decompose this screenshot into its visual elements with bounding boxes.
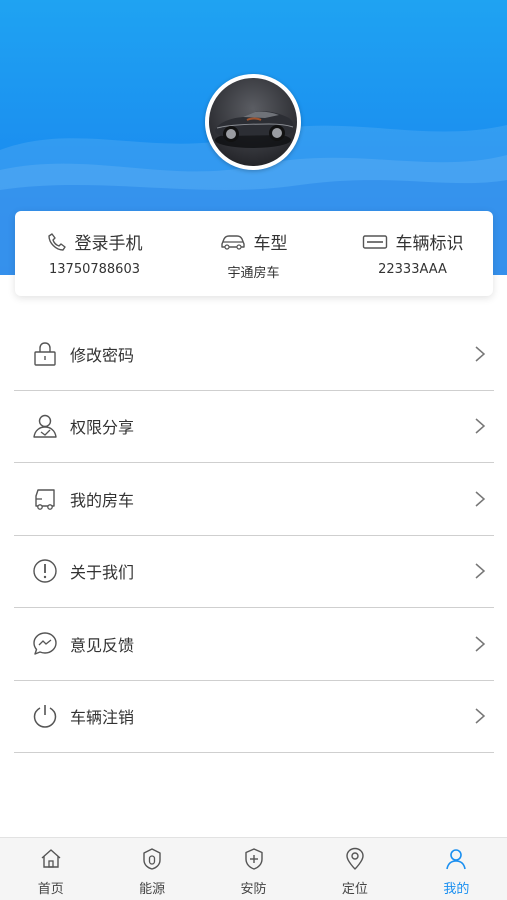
tab-label: 定位: [341, 882, 368, 897]
user-share-icon: [30, 411, 60, 441]
home-icon: [41, 849, 61, 868]
menu-item-label: 修改密码: [70, 345, 135, 365]
chevron-right-icon: [475, 491, 486, 507]
rv-icon: [30, 484, 60, 514]
tab-home[interactable]: 首页: [0, 838, 101, 900]
tab-location[interactable]: 定位: [304, 838, 405, 900]
menu-item-vehicle-deregister[interactable]: 车辆注销: [14, 681, 494, 753]
tab-mine[interactable]: 我的: [406, 838, 507, 900]
phone-info[interactable]: 登录手机 13750788603: [15, 211, 174, 296]
menu-item-label: 关于我们: [70, 563, 135, 583]
vehicle-id-value: 22333AAA: [378, 262, 447, 277]
phone-value: 13750788603: [49, 262, 140, 277]
avatar[interactable]: [205, 74, 301, 170]
car-icon: [220, 234, 245, 250]
tab-label: 首页: [37, 882, 64, 897]
power-icon: [30, 701, 60, 731]
menu-item-change-password[interactable]: 修改密码: [14, 318, 494, 391]
tab-label: 安防: [240, 882, 267, 897]
vehicle-info-card: 登录手机 13750788603 车型 宇通房车 车辆标识 22333AAA: [15, 211, 493, 296]
phone-title: 登录手机: [74, 234, 143, 254]
menu-item-label: 车辆注销: [70, 708, 135, 728]
chevron-right-icon: [475, 636, 486, 652]
chevron-right-icon: [475, 563, 486, 579]
tab-label: 我的: [443, 882, 470, 897]
location-icon: [346, 847, 364, 870]
menu-item-label: 权限分享: [70, 418, 135, 438]
tab-energy[interactable]: 能源: [101, 838, 202, 900]
menu-item-permission-share[interactable]: 权限分享: [14, 391, 494, 463]
settings-menu: 修改密码 权限分享 我的房车 关于我们 意见反馈 车辆注销: [14, 318, 494, 753]
menu-item-label: 我的房车: [70, 490, 135, 510]
energy-icon: [143, 848, 161, 870]
model-title: 车型: [253, 234, 288, 254]
menu-item-label: 意见反馈: [70, 635, 135, 655]
phone-icon: [47, 232, 66, 251]
bottom-tab-bar: 首页 能源 安防 定位 我的: [0, 837, 507, 900]
lock-icon: [30, 339, 60, 369]
user-icon: [446, 849, 467, 870]
info-icon: [30, 556, 60, 586]
model-value: 宇通房车: [227, 266, 280, 281]
shield-icon: [244, 848, 263, 870]
menu-item-about-us[interactable]: 关于我们: [14, 536, 494, 608]
model-info[interactable]: 车型 宇通房车: [174, 211, 333, 296]
tab-label: 能源: [139, 882, 166, 897]
vehicle-id-info[interactable]: 车辆标识 22333AAA: [333, 211, 492, 296]
chevron-right-icon: [475, 418, 486, 434]
id-card-icon: [362, 234, 387, 249]
message-icon: [30, 629, 60, 659]
menu-item-my-rv[interactable]: 我的房车: [14, 463, 494, 536]
tab-security[interactable]: 安防: [203, 838, 304, 900]
menu-item-feedback[interactable]: 意见反馈: [14, 608, 494, 681]
vehicle-id-title: 车辆标识: [395, 234, 464, 254]
sports-car-photo: [215, 111, 294, 148]
chevron-right-icon: [475, 708, 486, 724]
chevron-right-icon: [475, 346, 486, 362]
